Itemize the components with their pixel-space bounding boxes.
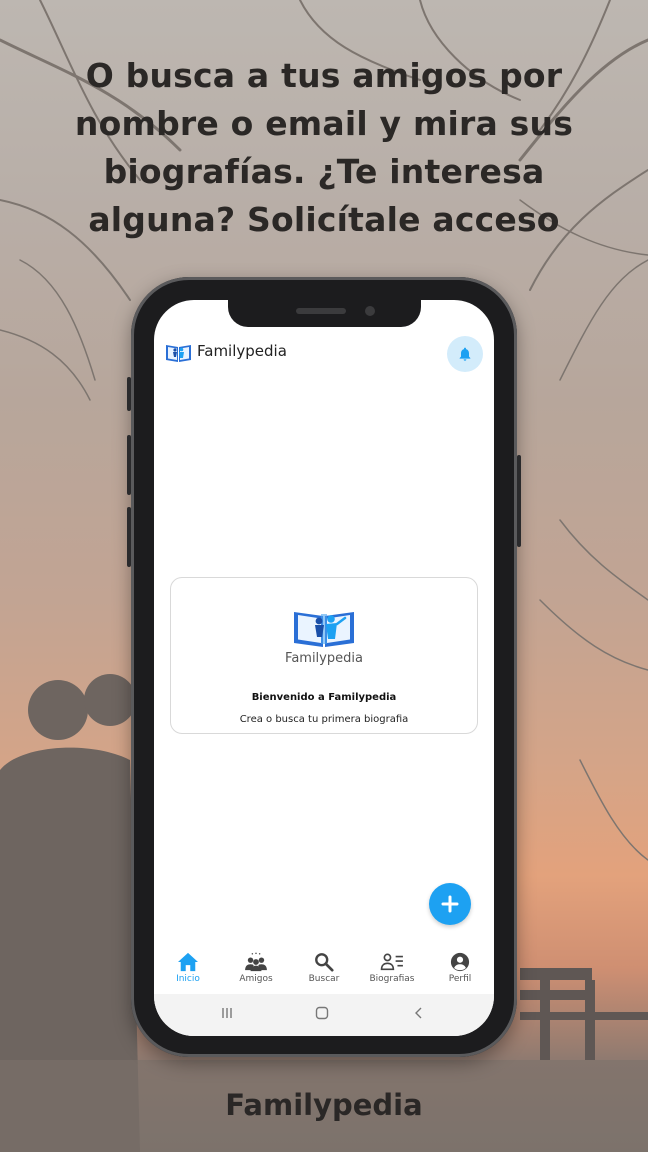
add-biography-button[interactable]: [429, 883, 471, 925]
nav-item-biografias[interactable]: Biografias: [358, 948, 426, 994]
book-family-logo-icon: [166, 345, 191, 362]
app-header: Familypedia: [154, 336, 494, 378]
promo-headline-line: alguna? Solicítale acceso: [88, 200, 560, 239]
card-brand-name: Familypedia: [285, 651, 363, 666]
nav-item-buscar[interactable]: Buscar: [290, 948, 358, 994]
bench-silhouette: [520, 968, 648, 1060]
system-navigation-bar: [154, 994, 494, 1036]
home-icon: [178, 952, 198, 972]
promo-headline: O busca a tus amigos por nombre o email …: [40, 52, 608, 244]
phone-mockup: Familypedia Familypedia Bienvenido a Fam…: [127, 277, 521, 1057]
footer-brand: Familypedia: [225, 1088, 423, 1122]
home-circle-icon[interactable]: [315, 1006, 329, 1020]
plus-icon: [441, 895, 459, 913]
promo-headline-line: O busca a tus amigos por: [85, 56, 563, 95]
power-button: [517, 455, 521, 547]
group-icon: [245, 952, 267, 972]
nav-item-perfil[interactable]: Perfil: [426, 948, 494, 994]
nav-label: Biografias: [369, 974, 415, 984]
volume-down-button: [127, 507, 131, 567]
back-icon[interactable]: [412, 1006, 426, 1020]
volume-up-button: [127, 435, 131, 495]
book-family-logo-icon: [294, 612, 354, 647]
notifications-button[interactable]: [447, 336, 483, 372]
app-title: Familypedia: [197, 342, 287, 360]
nav-item-inicio[interactable]: Inicio: [154, 948, 222, 994]
recent-apps-icon[interactable]: [220, 1006, 234, 1020]
account-circle-icon: [450, 952, 470, 972]
bell-icon: [459, 347, 471, 361]
promo-headline-line: biografías. ¿Te interesa: [103, 152, 545, 191]
promo-headline-line: nombre o email y mira sus: [74, 104, 574, 143]
welcome-subtitle: Crea o busca tu primera biografia: [239, 714, 409, 725]
search-icon: [315, 953, 334, 972]
nav-label: Amigos: [239, 974, 273, 984]
person-list-icon: [380, 953, 403, 971]
phone-notch: [228, 300, 421, 327]
welcome-card: Familypedia Bienvenido a Familypedia Cre…: [170, 577, 478, 734]
welcome-title: Bienvenido a Familypedia: [251, 692, 397, 703]
front-camera: [365, 306, 375, 316]
nav-item-amigos[interactable]: Amigos: [222, 948, 290, 994]
bottom-navigation: Inicio Amigos Buscar Biografias Perfil: [154, 948, 494, 994]
speaker-grille: [296, 308, 346, 314]
nav-label: Buscar: [308, 974, 340, 984]
mute-switch: [127, 377, 131, 411]
nav-label: Perfil: [448, 974, 472, 984]
nav-label: Inicio: [176, 974, 200, 984]
phone-screen: Familypedia Familypedia Bienvenido a Fam…: [154, 300, 494, 1036]
